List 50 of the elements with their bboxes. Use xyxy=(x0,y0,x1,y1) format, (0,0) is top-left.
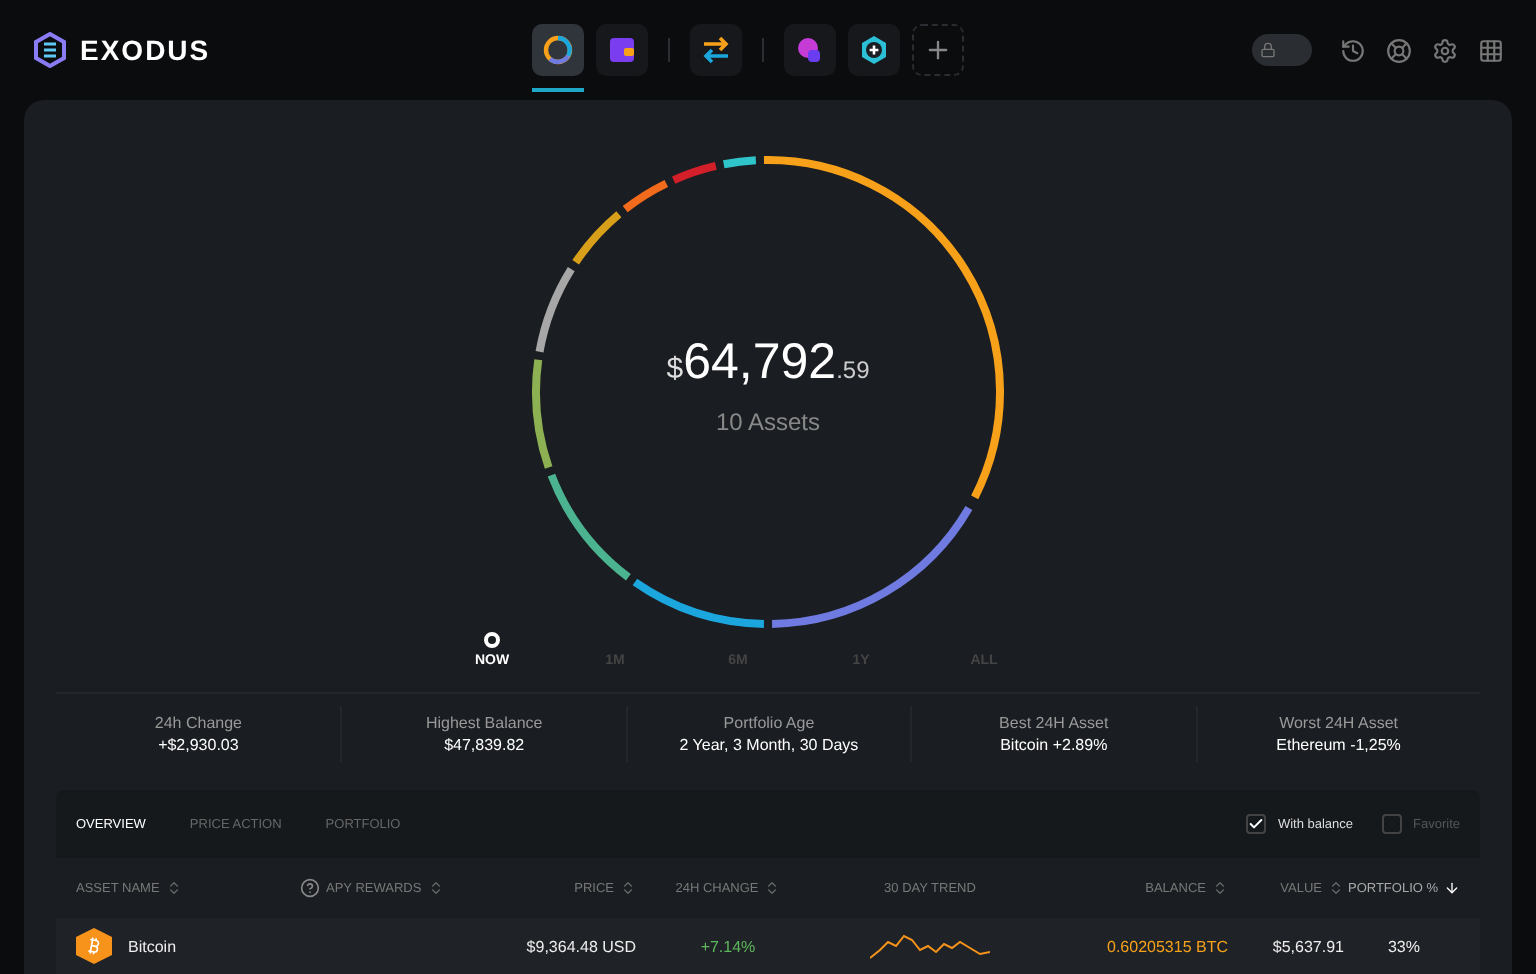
apps-grid-icon[interactable] xyxy=(1478,37,1504,63)
stat-label: Worst 24H Asset xyxy=(1279,714,1398,732)
sort-icon[interactable] xyxy=(1212,880,1228,896)
logo-icon xyxy=(32,32,68,68)
lock-icon xyxy=(1260,42,1276,58)
asset-name: Bitcoin xyxy=(128,937,177,955)
price-cell-text: $9,364.48 USD xyxy=(524,937,636,955)
stat-value: $47,839.82 xyxy=(444,736,525,754)
brand-name: EXODUS xyxy=(80,34,211,66)
head-profile-icon xyxy=(794,34,826,66)
stat-label: Best 24H Asset xyxy=(999,714,1109,732)
share-cell-text: 33% xyxy=(1385,937,1422,955)
checkbox[interactable] xyxy=(1381,814,1402,834)
nav-tab[interactable] xyxy=(690,24,742,76)
stat-value: Ethereum -1,25% xyxy=(1276,736,1401,754)
exchange-arrows-icon xyxy=(700,34,732,66)
balance-cell-text: 0.60205315 BTC xyxy=(1105,937,1228,955)
donut-icon xyxy=(542,34,574,66)
sort-icon[interactable] xyxy=(165,880,182,896)
stat-value: Bitcoin +2.89% xyxy=(1000,736,1108,754)
value-cell-text: $5,637.91 xyxy=(1270,937,1344,955)
sort-icon[interactable] xyxy=(620,880,636,896)
help-icon[interactable] xyxy=(300,878,320,898)
portfolio-total: $64,792.59 xyxy=(666,333,870,391)
stat-label: Highest Balance xyxy=(425,714,543,732)
history-icon[interactable] xyxy=(1340,37,1366,63)
hexagon-plus-icon xyxy=(858,34,890,66)
asset-row[interactable]: Bitcoin $9,364.48 USD +7.14% 0.60205315 BTC $5,637.91 33% xyxy=(56,918,1480,974)
wallet-icon xyxy=(606,34,638,66)
settings-icon[interactable] xyxy=(1432,37,1458,63)
asset-count: 10 Assets xyxy=(715,407,821,435)
support-icon[interactable] xyxy=(1386,37,1412,63)
lock-toggle[interactable] xyxy=(1252,34,1312,66)
sort-arrow-icon[interactable] xyxy=(1444,880,1461,896)
sort-icon[interactable] xyxy=(764,880,781,896)
stat-label: Portfolio Age xyxy=(723,714,815,732)
stat-value: 2 Year, 3 Month, 30 Days xyxy=(679,736,859,754)
sort-icon[interactable] xyxy=(1328,880,1344,896)
nav-tab[interactable] xyxy=(848,24,900,76)
add-app-button[interactable] xyxy=(912,24,964,76)
stat-label: 24h Change xyxy=(154,714,242,732)
nav-tab[interactable] xyxy=(596,24,648,76)
nav-tab[interactable] xyxy=(532,24,584,76)
stat-value: +$2,930.03 xyxy=(158,736,239,754)
change-cell-text: +7.14% xyxy=(698,937,758,955)
plus-icon xyxy=(924,36,952,64)
checkbox[interactable] xyxy=(1245,814,1266,834)
nav-tab[interactable] xyxy=(784,24,836,76)
sort-icon[interactable] xyxy=(427,880,444,896)
trend-sparkline xyxy=(870,930,990,962)
